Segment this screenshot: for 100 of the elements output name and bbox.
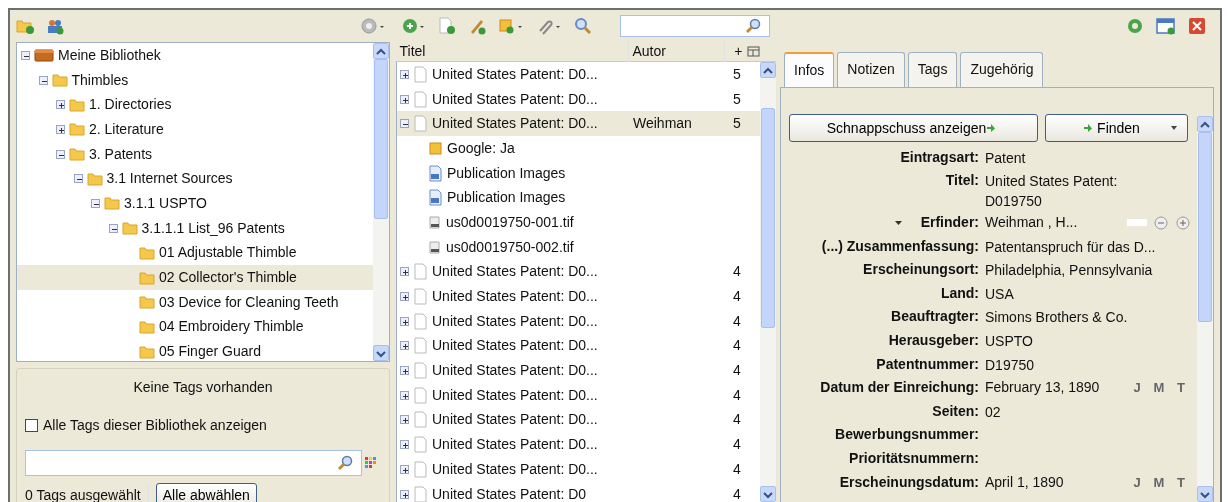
item-row[interactable]: United States Patent: D0... 4 bbox=[397, 308, 760, 334]
item-row[interactable]: United States Patent: D0... Weihman 5 bbox=[397, 111, 760, 137]
item-row[interactable]: Publication Images bbox=[397, 160, 760, 186]
collection-item[interactable]: 3.1 Internet Sources bbox=[17, 166, 373, 192]
expand-icon[interactable] bbox=[400, 316, 409, 326]
collapse-icon[interactable] bbox=[38, 75, 48, 85]
field-value[interactable]: USA bbox=[985, 281, 1014, 304]
expand-icon[interactable] bbox=[400, 415, 409, 425]
tab[interactable]: Notizen bbox=[837, 52, 905, 87]
field-value[interactable]: Patent bbox=[985, 145, 1026, 168]
collapse-icon[interactable] bbox=[73, 174, 83, 184]
scroll-up-icon[interactable] bbox=[373, 43, 389, 59]
show-all-tags-checkbox[interactable]: Alle Tags dieser Bibliothek anzeigen bbox=[25, 415, 381, 436]
tag-filter-field[interactable] bbox=[25, 450, 362, 476]
new-folder-icon[interactable] bbox=[16, 18, 34, 34]
collection-item[interactable]: 3.1.1 USPTO bbox=[17, 191, 373, 216]
search-icon[interactable] bbox=[574, 17, 592, 35]
column-picker-icon[interactable] bbox=[746, 45, 762, 58]
collapse-icon[interactable] bbox=[108, 223, 118, 233]
item-row[interactable]: United States Patent: D0... 4 bbox=[397, 259, 760, 285]
item-row[interactable]: United States Patent: D0... 4 bbox=[397, 407, 760, 433]
scrollbar-thumb[interactable] bbox=[374, 59, 388, 219]
item-row[interactable]: United States Patent: D0... 5 bbox=[397, 86, 760, 112]
deselect-all-button[interactable]: Alle abwählen bbox=[155, 483, 257, 502]
tab[interactable]: Zugehörig bbox=[960, 52, 1044, 87]
item-row[interactable]: United States Patent: D0... 4 bbox=[397, 333, 760, 359]
field-value[interactable]: Patentanspruch für das D... bbox=[985, 234, 1156, 257]
expand-icon[interactable] bbox=[56, 100, 65, 110]
expand-icon[interactable] bbox=[400, 267, 409, 277]
new-item-icon[interactable] bbox=[402, 17, 426, 35]
field-value[interactable]: February 13, 1890 bbox=[985, 376, 1100, 400]
scrollbar-thumb[interactable] bbox=[1198, 132, 1212, 322]
collection-item[interactable]: 05 Finger Guard bbox=[17, 339, 373, 361]
window-icon[interactable] bbox=[1156, 17, 1176, 35]
item-row[interactable]: United States Patent: D0... 4 bbox=[397, 284, 760, 309]
expand-icon[interactable] bbox=[400, 489, 409, 499]
tab[interactable]: Tags bbox=[907, 52, 958, 87]
expand-icon[interactable] bbox=[400, 94, 409, 104]
item-row[interactable]: us0d0019750-001.tif bbox=[397, 210, 760, 235]
new-note-icon[interactable] bbox=[498, 17, 524, 35]
caret-icon[interactable] bbox=[894, 219, 903, 226]
collection-item[interactable]: 03 Device for Cleaning Teeth bbox=[17, 289, 373, 315]
field-value[interactable]: April 1, 1890 bbox=[985, 470, 1064, 495]
paperclip-icon[interactable] bbox=[536, 17, 562, 35]
collection-item[interactable]: 01 Adjustable Thimble bbox=[17, 240, 373, 266]
sync-icon[interactable] bbox=[1126, 17, 1144, 35]
item-row[interactable]: United States Patent: D0 4 bbox=[397, 481, 760, 502]
close-icon[interactable] bbox=[1188, 17, 1206, 35]
tab[interactable]: Infos bbox=[784, 52, 835, 87]
field-value[interactable]: Simons Brothers & Co. bbox=[985, 305, 1128, 328]
item-row[interactable]: United States Patent: D0... 4 bbox=[397, 457, 760, 482]
expand-icon[interactable] bbox=[400, 69, 409, 79]
expand-icon[interactable] bbox=[400, 390, 409, 400]
scroll-up-icon[interactable] bbox=[760, 62, 776, 78]
item-row[interactable]: United States Patent: D0... 5 bbox=[397, 62, 760, 87]
collapse-icon[interactable] bbox=[21, 50, 30, 60]
collection-item[interactable]: 3.1.1.1 List_96 Patents bbox=[17, 215, 373, 241]
creator-field[interactable] bbox=[1126, 219, 1147, 227]
scroll-down-icon[interactable] bbox=[760, 486, 776, 502]
pen-icon[interactable] bbox=[468, 17, 486, 35]
scroll-up-icon[interactable] bbox=[1197, 116, 1213, 132]
item-row[interactable]: United States Patent: D0... 4 bbox=[397, 382, 760, 408]
expand-icon[interactable] bbox=[56, 124, 65, 134]
expand-icon[interactable] bbox=[400, 440, 409, 450]
expand-icon[interactable] bbox=[400, 292, 409, 302]
expand-icon[interactable] bbox=[400, 366, 409, 376]
field-value[interactable]: United States Patent: D019750 bbox=[985, 169, 1175, 212]
field-value[interactable]: USPTO bbox=[985, 329, 1033, 352]
collection-item[interactable]: Meine Bibliothek bbox=[17, 43, 373, 68]
field-value[interactable]: Philadelphia, Pennsylvania bbox=[985, 258, 1153, 281]
view-snapshot-button[interactable]: Schnappschuss anzeigen bbox=[789, 114, 1038, 142]
collapse-icon[interactable] bbox=[91, 198, 100, 208]
attachment-count: 4 bbox=[733, 385, 741, 405]
field-value[interactable]: D19750 bbox=[985, 352, 1035, 375]
scroll-down-icon[interactable] bbox=[373, 345, 389, 361]
expand-icon[interactable] bbox=[400, 341, 409, 351]
expand-icon[interactable] bbox=[400, 464, 409, 474]
item-row[interactable]: United States Patent: D0... 4 bbox=[397, 358, 760, 383]
collection-item[interactable]: 2. Literature bbox=[17, 117, 373, 142]
scrollbar-thumb[interactable] bbox=[761, 108, 775, 328]
collapse-icon[interactable] bbox=[56, 149, 65, 159]
collection-item[interactable]: 04 Embroidery Thimble bbox=[17, 314, 373, 340]
tag-colors-icon[interactable] bbox=[365, 457, 377, 469]
scroll-down-icon[interactable] bbox=[1197, 486, 1213, 502]
item-row[interactable]: Google: Ja bbox=[397, 136, 760, 161]
collection-item[interactable]: Thimbles bbox=[17, 67, 373, 93]
field-value[interactable]: 02 bbox=[985, 399, 1001, 422]
item-row[interactable]: United States Patent: D0... 4 bbox=[397, 432, 760, 457]
add-by-identifier-icon[interactable] bbox=[438, 17, 456, 35]
new-group-icon[interactable] bbox=[46, 17, 64, 35]
collection-item[interactable]: 1. Directories bbox=[17, 92, 373, 118]
collection-item[interactable]: 02 Collector's Thimble bbox=[17, 265, 373, 290]
find-button[interactable]: Finden bbox=[1045, 114, 1188, 142]
column-header[interactable]: Titel bbox=[396, 41, 628, 62]
collection-item[interactable]: 3. Patents bbox=[17, 141, 373, 167]
field-value[interactable]: Weihman , H... bbox=[985, 211, 1078, 235]
collapse-icon[interactable] bbox=[400, 119, 409, 129]
item-row[interactable]: Publication Images bbox=[397, 185, 760, 211]
search-field[interactable] bbox=[620, 15, 770, 37]
item-row[interactable]: us0d0019750-002.tif bbox=[397, 234, 760, 260]
